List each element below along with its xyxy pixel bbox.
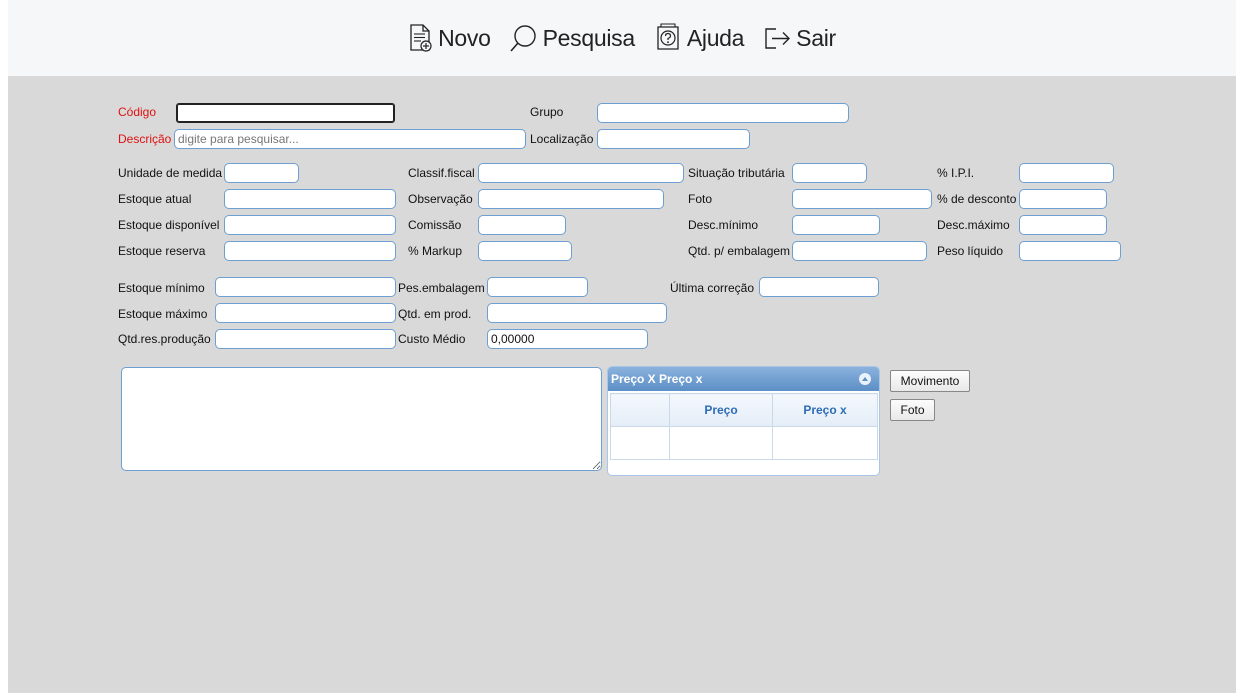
peso-liquido-label: Peso líquido — [937, 244, 1004, 258]
pes-embalagem-label: Pes.embalagem — [398, 281, 485, 295]
qtd-embalagem-label: Qtd. p/ embalagem — [688, 244, 791, 258]
estoque-minimo-input[interactable] — [215, 277, 396, 297]
help-label: Ajuda — [686, 24, 745, 51]
unidade-medida-label: Unidade de medida — [118, 166, 223, 180]
table-cell[interactable] — [610, 426, 670, 460]
qtd-em-prod-label: Qtd. em prod. — [398, 307, 472, 321]
estoque-atual-input[interactable] — [224, 189, 396, 209]
product-form: Código Grupo Descrição Localização Unida… — [8, 76, 1236, 693]
comissao-label: Comissão — [408, 218, 462, 232]
perc-desconto-input[interactable] — [1019, 189, 1107, 209]
desc-minimo-input[interactable] — [792, 215, 880, 235]
exit-icon — [765, 28, 791, 49]
descricao-input[interactable] — [174, 129, 526, 149]
pes-embalagem-input[interactable] — [487, 277, 588, 297]
price-grid-header: Preço X Preço x — [608, 367, 879, 391]
descricao-label: Descrição — [118, 132, 172, 146]
movimento-button[interactable]: Movimento — [890, 370, 970, 392]
qtd-embalagem-input[interactable] — [792, 241, 927, 261]
qtd-em-prod-input[interactable] — [487, 303, 667, 323]
desc-minimo-label: Desc.mínimo — [688, 218, 759, 232]
new-label: Novo — [438, 24, 491, 51]
qtd-res-producao-label: Qtd.res.produção — [118, 332, 211, 346]
qtd-res-producao-input[interactable] — [215, 329, 396, 349]
foto-input[interactable] — [792, 189, 932, 209]
custo-medio-label: Custo Médio — [398, 332, 466, 346]
help-icon — [657, 23, 679, 50]
help-button[interactable]: Ajuda — [653, 23, 744, 53]
situacao-tributaria-label: Situação tributária — [688, 166, 785, 180]
comissao-input[interactable] — [478, 215, 566, 235]
table-cell[interactable] — [669, 426, 773, 460]
estoque-reserva-label: Estoque reserva — [118, 244, 206, 258]
estoque-atual-label: Estoque atual — [118, 192, 192, 206]
search-label: Pesquisa — [542, 24, 636, 51]
classif-fiscal-label: Classif.fiscal — [408, 166, 475, 180]
markup-input[interactable] — [478, 241, 572, 261]
collapse-icon[interactable] — [859, 373, 871, 385]
toolbar: Novo Pesquisa Ajuda Sair — [8, 0, 1236, 76]
search-button[interactable]: Pesquisa — [509, 23, 635, 53]
column-header[interactable] — [610, 393, 670, 427]
desc-maximo-label: Desc.máximo — [937, 218, 1010, 232]
price-grid: Preço X Preço x Preço Preço x — [607, 366, 880, 476]
grupo-input[interactable] — [597, 103, 849, 123]
new-button[interactable]: Novo — [408, 23, 491, 53]
new-document-icon — [410, 24, 432, 52]
classif-fiscal-input[interactable] — [478, 163, 684, 183]
codigo-label: Código — [118, 105, 157, 119]
column-header-preco-x[interactable]: Preço x — [772, 393, 878, 427]
codigo-input[interactable] — [176, 103, 395, 123]
table-cell[interactable] — [772, 426, 878, 460]
peso-liquido-input[interactable] — [1019, 241, 1121, 261]
exit-button[interactable]: Sair — [762, 23, 836, 53]
observacao-input[interactable] — [478, 189, 664, 209]
situacao-tributaria-input[interactable] — [792, 163, 867, 183]
ipi-label: % I.P.I. — [937, 166, 975, 180]
estoque-maximo-input[interactable] — [215, 303, 396, 323]
ultima-correcao-label: Última correção — [670, 281, 755, 295]
desc-maximo-input[interactable] — [1019, 215, 1107, 235]
search-icon — [510, 25, 536, 52]
exit-label: Sair — [796, 24, 836, 51]
table-row[interactable] — [610, 426, 878, 460]
estoque-maximo-label: Estoque máximo — [118, 307, 208, 321]
ipi-input[interactable] — [1019, 163, 1114, 183]
localizacao-label: Localização — [530, 132, 594, 146]
estoque-minimo-label: Estoque mínimo — [118, 281, 205, 295]
perc-desconto-label: % de desconto — [937, 192, 1017, 206]
markup-label: % Markup — [408, 244, 463, 258]
notes-textarea[interactable] — [121, 367, 602, 471]
estoque-reserva-input[interactable] — [224, 241, 396, 261]
localizacao-input[interactable] — [597, 129, 750, 149]
foto-button[interactable]: Foto — [890, 399, 935, 421]
ultima-correcao-input[interactable] — [759, 277, 879, 297]
foto-label: Foto — [688, 192, 713, 206]
unidade-medida-input[interactable] — [224, 163, 299, 183]
custo-medio-input[interactable] — [487, 329, 648, 349]
price-grid-table: Preço Preço x — [610, 393, 878, 460]
column-header-preco[interactable]: Preço — [669, 393, 773, 427]
grupo-label: Grupo — [530, 105, 564, 119]
observacao-label: Observação — [408, 192, 473, 206]
estoque-disponivel-label: Estoque disponível — [118, 218, 220, 232]
estoque-disponivel-input[interactable] — [224, 215, 396, 235]
price-grid-title: Preço X Preço x — [611, 372, 703, 386]
